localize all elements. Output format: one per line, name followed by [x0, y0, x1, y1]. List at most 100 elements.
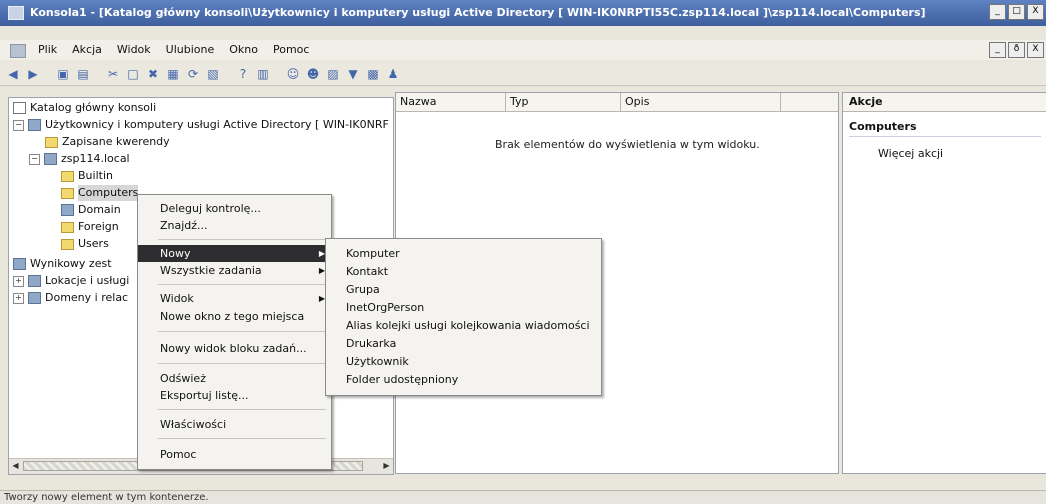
- column-header-description[interactable]: Opis: [621, 93, 781, 111]
- toolbar-separator: [44, 65, 52, 83]
- mmc-window: Konsola1 - [Katalog główny konsoli\Użytk…: [0, 0, 1046, 504]
- menu-item-label: Alias kolejki usługi kolejkowania wiadom…: [346, 319, 590, 332]
- menu-item-properties[interactable]: Właściwości: [138, 416, 331, 433]
- menu-separator: [158, 409, 326, 410]
- menu-item-export-list[interactable]: Eksportuj listę...: [138, 387, 331, 404]
- delete-icon[interactable]: ✖: [144, 65, 162, 83]
- menu-ulubione[interactable]: Ulubione: [166, 43, 215, 56]
- tree-toggle-icon[interactable]: ▤: [74, 65, 92, 83]
- show-action-pane-icon[interactable]: ▥: [254, 65, 272, 83]
- menu-akcja[interactable]: Akcja: [72, 43, 102, 56]
- rsop-icon: [13, 258, 26, 270]
- empty-list-message: Brak elementów do wyświetlenia w tym wid…: [495, 138, 760, 151]
- tree-item[interactable]: Zapisane kwerendy: [45, 134, 170, 150]
- mdi-restore-button[interactable]: ð: [1008, 42, 1025, 58]
- menu-item-find[interactable]: Znajdź...: [138, 217, 331, 234]
- collapse-icon[interactable]: −: [13, 119, 24, 131]
- submenu-item-contact[interactable]: Kontakt: [326, 263, 601, 280]
- more-actions-link[interactable]: Więcej akcji: [878, 147, 1046, 160]
- title-bar[interactable]: Konsola1 - [Katalog główny konsoli\Użytk…: [0, 0, 1046, 26]
- submenu-item-computer[interactable]: Komputer: [326, 245, 601, 262]
- maximize-button[interactable]: □: [1008, 4, 1025, 20]
- new-ou-icon[interactable]: ▨: [324, 65, 342, 83]
- menu-separator: [158, 284, 326, 285]
- menu-item-label: Nowy: [160, 247, 191, 260]
- close-button[interactable]: X: [1027, 4, 1044, 20]
- menu-plik[interactable]: Plik: [38, 43, 57, 56]
- menu-item-new[interactable]: Nowy ▶: [138, 245, 331, 262]
- copy-icon[interactable]: □: [124, 65, 142, 83]
- column-header-name[interactable]: Nazwa: [396, 93, 506, 111]
- tree-item[interactable]: Foreign: [61, 219, 119, 235]
- back-arrow-icon[interactable]: ◀: [4, 65, 22, 83]
- folder-icon: [61, 238, 74, 250]
- delegation-icon[interactable]: ♟: [384, 65, 402, 83]
- tree-item[interactable]: Wynikowy zest: [13, 256, 112, 272]
- mdi-close-button[interactable]: X: [1027, 42, 1044, 58]
- export-icon[interactable]: ▧: [204, 65, 222, 83]
- menu-okno[interactable]: Okno: [229, 43, 258, 56]
- mmc-app-icon: [8, 6, 24, 20]
- menu-item-label: Eksportuj listę...: [160, 389, 249, 402]
- menu-item-view[interactable]: Widok ▶: [138, 290, 331, 307]
- folder-icon: [45, 136, 58, 148]
- up-icon[interactable]: ▣: [54, 65, 72, 83]
- menu-item-all-tasks[interactable]: Wszystkie zadania ▶: [138, 262, 331, 279]
- tree-item-label: zsp114.local: [61, 152, 130, 165]
- menu-widok[interactable]: Widok: [117, 43, 151, 56]
- menu-item-label: Znajdź...: [160, 219, 208, 232]
- submenu-item-msmq-alias[interactable]: Alias kolejki usługi kolejkowania wiadom…: [326, 317, 601, 334]
- tree-item[interactable]: + Lokacje i usługi: [13, 273, 129, 289]
- expand-icon[interactable]: +: [13, 275, 24, 287]
- menu-item-new-window[interactable]: Nowe okno z tego miejsca: [138, 308, 331, 325]
- help-icon[interactable]: ?: [234, 65, 252, 83]
- menu-pomoc[interactable]: Pomoc: [273, 43, 309, 56]
- tree-item[interactable]: Computers: [61, 185, 139, 201]
- cut-icon[interactable]: ✂: [104, 65, 122, 83]
- context-menu: Deleguj kontrolę... Znajdź... Nowy ▶ Wszy…: [137, 194, 332, 470]
- minimize-button[interactable]: _: [989, 4, 1006, 20]
- submenu-item-group[interactable]: Grupa: [326, 281, 601, 298]
- tree-item-label: Domain: [78, 203, 121, 216]
- refresh-icon[interactable]: ⟳: [184, 65, 202, 83]
- submenu-item-user[interactable]: Użytkownik: [326, 353, 601, 370]
- filter-icon[interactable]: ▼: [344, 65, 362, 83]
- submenu-item-shared-folder[interactable]: Folder udostępniony: [326, 371, 601, 388]
- scroll-right-icon[interactable]: ▶: [380, 460, 393, 472]
- tree-item-label: Zapisane kwerendy: [62, 135, 170, 148]
- tree-item-label: Użytkownicy i komputery usługi Active Di…: [45, 118, 389, 131]
- menu-separator: [158, 331, 326, 332]
- tree-item[interactable]: − Użytkownicy i komputery usługi Active …: [13, 117, 389, 133]
- tree-item[interactable]: + Domeny i relac: [13, 290, 128, 306]
- menu-items: Plik Akcja Widok Ulubione Okno Pomoc: [38, 43, 309, 56]
- actions-pane: Akcje Computers Więcej akcji: [842, 92, 1046, 474]
- tree-item[interactable]: Users: [61, 236, 109, 252]
- actions-section-computers[interactable]: Computers: [849, 118, 1041, 137]
- forward-arrow-icon[interactable]: ▶: [24, 65, 42, 83]
- new-group-icon[interactable]: ☻: [304, 65, 322, 83]
- tree-item[interactable]: Katalog główny konsoli: [13, 100, 156, 116]
- tree-item[interactable]: Domain: [61, 202, 121, 218]
- tree-item[interactable]: − zsp114.local: [29, 151, 130, 167]
- menu-item-refresh[interactable]: Odśwież: [138, 370, 331, 387]
- menu-item-label: Nowe okno z tego miejsca: [160, 310, 305, 323]
- menu-item-label: Widok: [160, 292, 194, 305]
- new-user-icon[interactable]: ☺: [284, 65, 302, 83]
- folder-icon: [61, 170, 74, 182]
- mdi-minimize-button[interactable]: _: [989, 42, 1006, 58]
- scroll-left-icon[interactable]: ◀: [9, 460, 22, 472]
- menu-item-label: Wszystkie zadania: [160, 264, 262, 277]
- menu-item-new-taskpad-view[interactable]: Nowy widok bloku zadań...: [138, 340, 331, 357]
- collapse-icon[interactable]: −: [29, 153, 40, 165]
- system-menu-icon[interactable]: [10, 44, 26, 58]
- properties-icon[interactable]: ▦: [164, 65, 182, 83]
- expand-icon[interactable]: +: [13, 292, 24, 304]
- menu-item-delegate-control[interactable]: Deleguj kontrolę...: [138, 200, 331, 217]
- column-header-type[interactable]: Typ: [506, 93, 621, 111]
- menu-item-help[interactable]: Pomoc: [138, 446, 331, 463]
- submenu-item-inetorgperson[interactable]: InetOrgPerson: [326, 299, 601, 316]
- menu-item-label: Odśwież: [160, 372, 206, 385]
- find-icon[interactable]: ▩: [364, 65, 382, 83]
- submenu-item-printer[interactable]: Drukarka: [326, 335, 601, 352]
- tree-item[interactable]: Builtin: [61, 168, 113, 184]
